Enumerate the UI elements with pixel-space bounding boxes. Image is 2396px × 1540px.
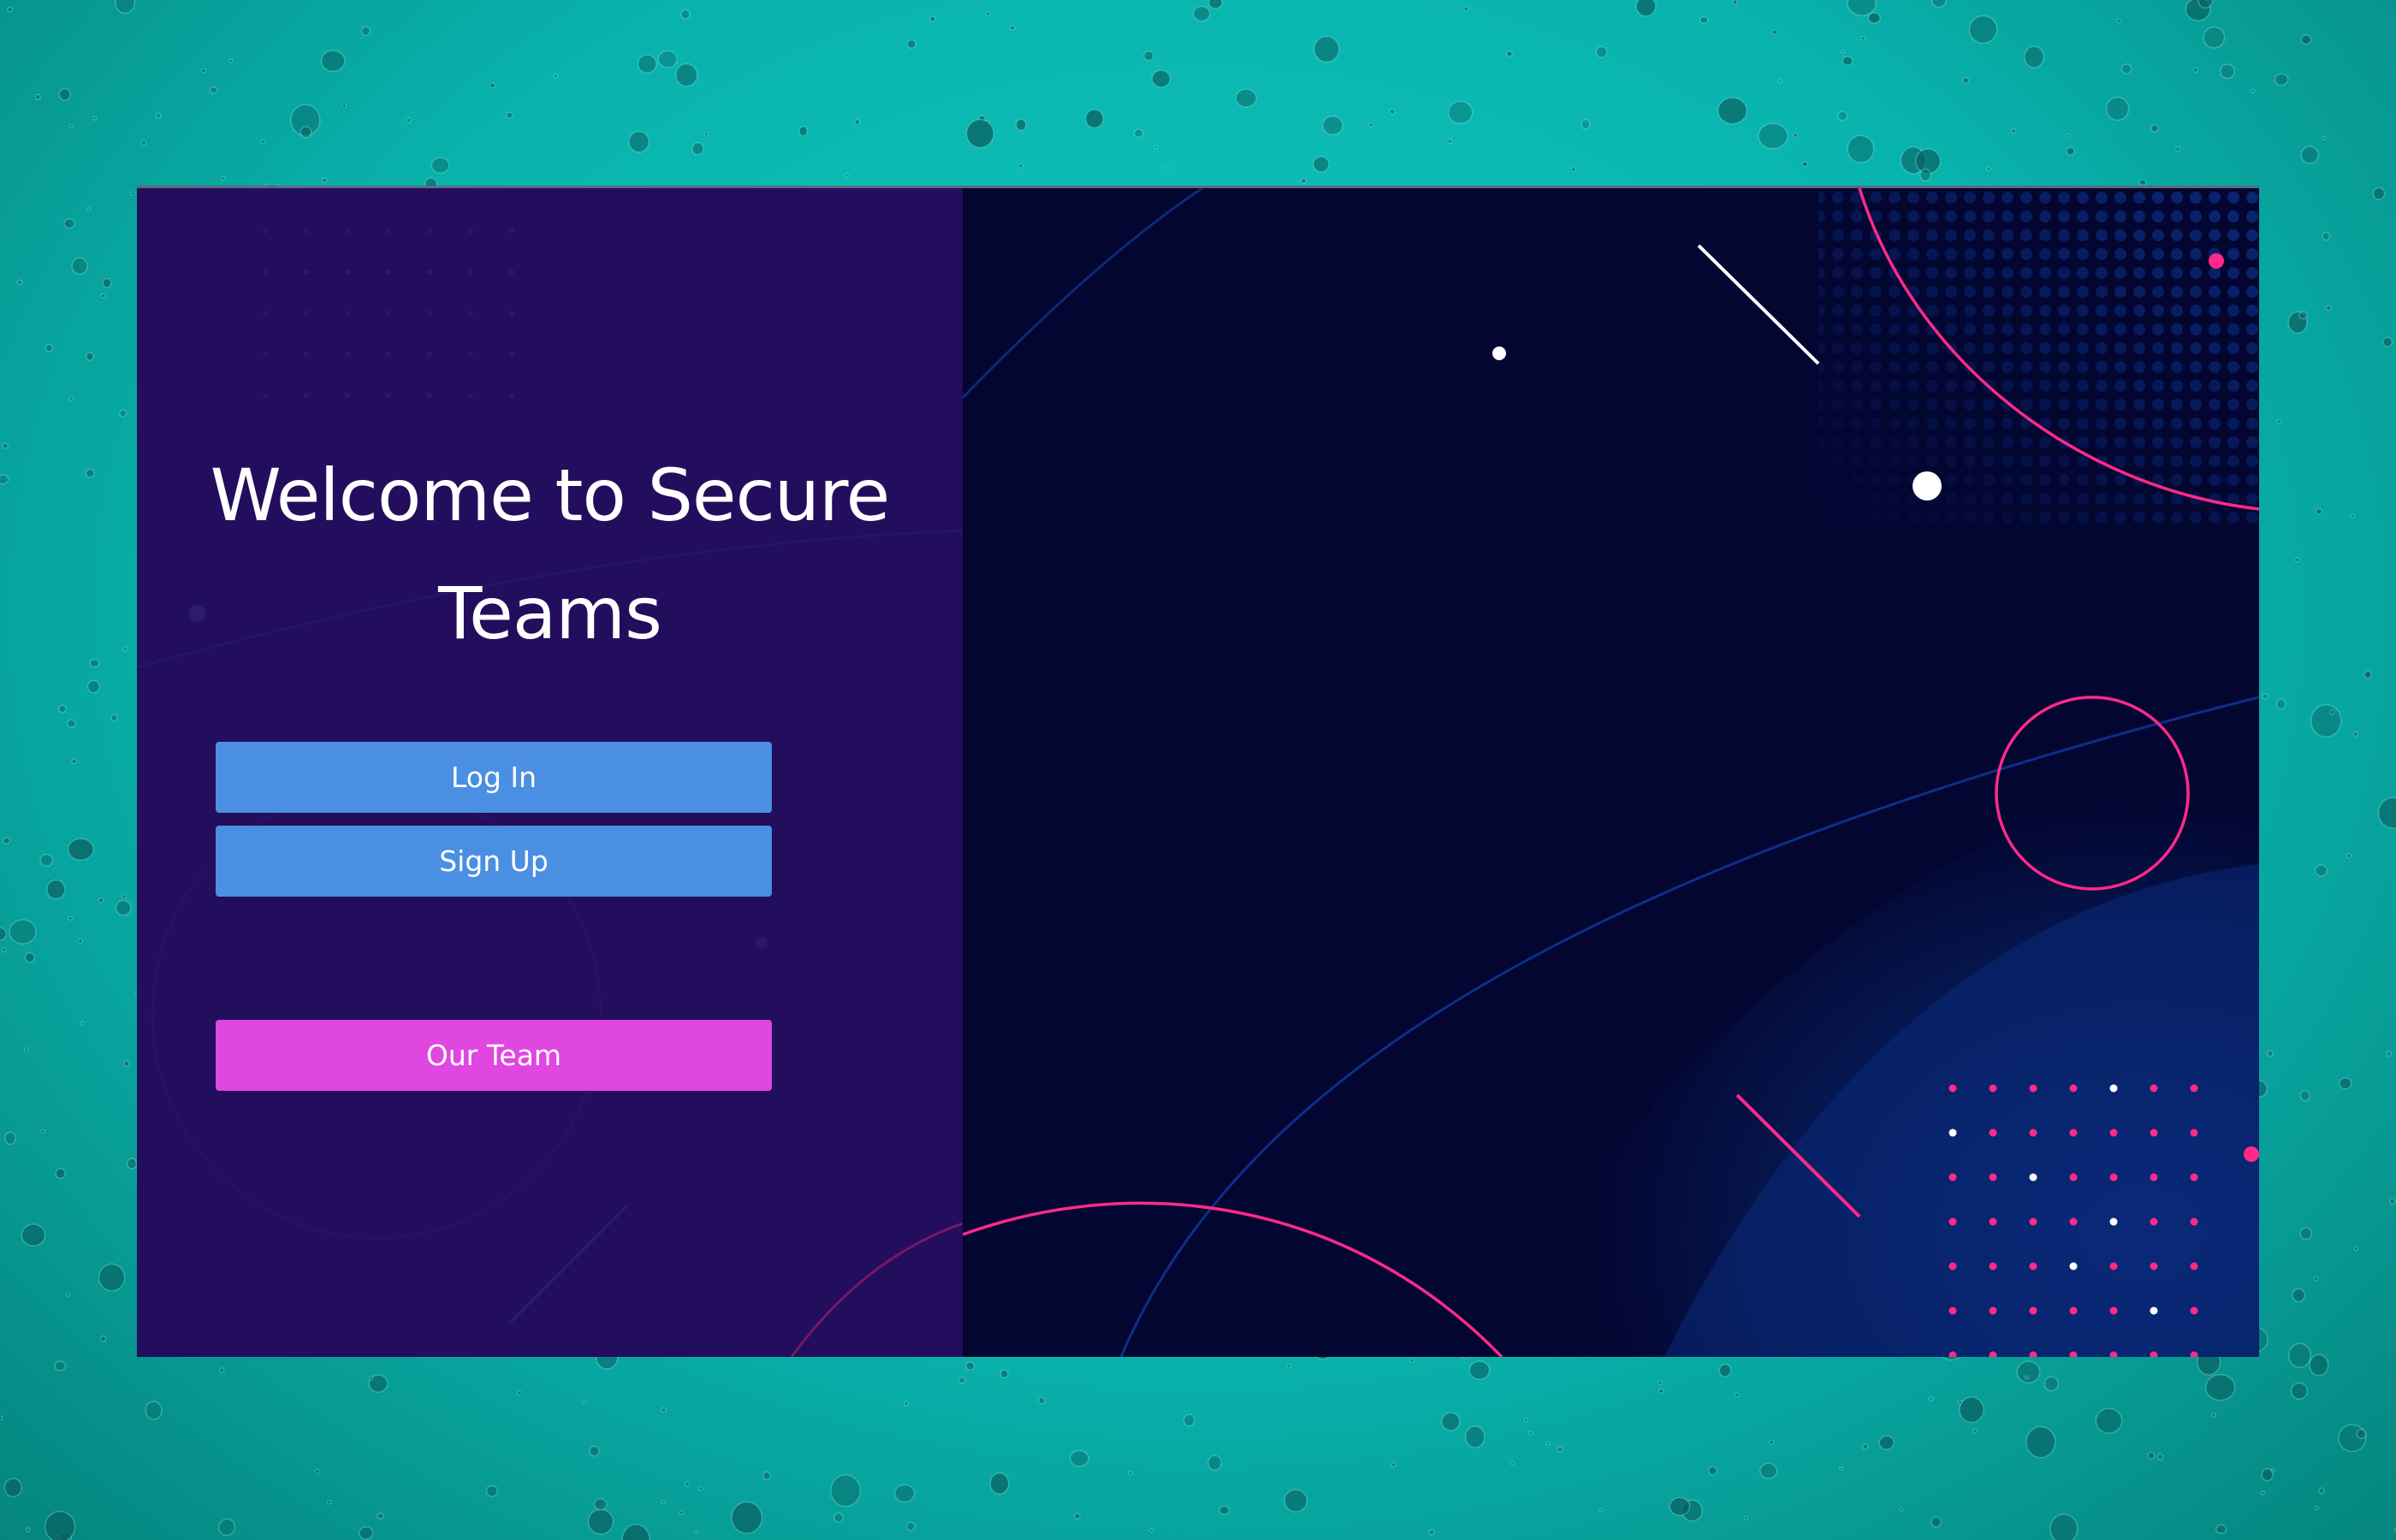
decorative-hero-panel [963,188,2259,1357]
landing-card: Welcome to Secure Teams Log In Sign Up O… [137,186,2259,1357]
welcome-panel: Welcome to Secure Teams Log In Sign Up O… [137,188,963,1357]
page-title: Welcome to Secure Teams [210,453,891,655]
sign-up-button[interactable]: Sign Up [216,826,772,897]
our-team-button[interactable]: Our Team [216,1020,772,1091]
hero-artwork [963,188,2259,1357]
log-in-button[interactable]: Log In [216,742,772,813]
